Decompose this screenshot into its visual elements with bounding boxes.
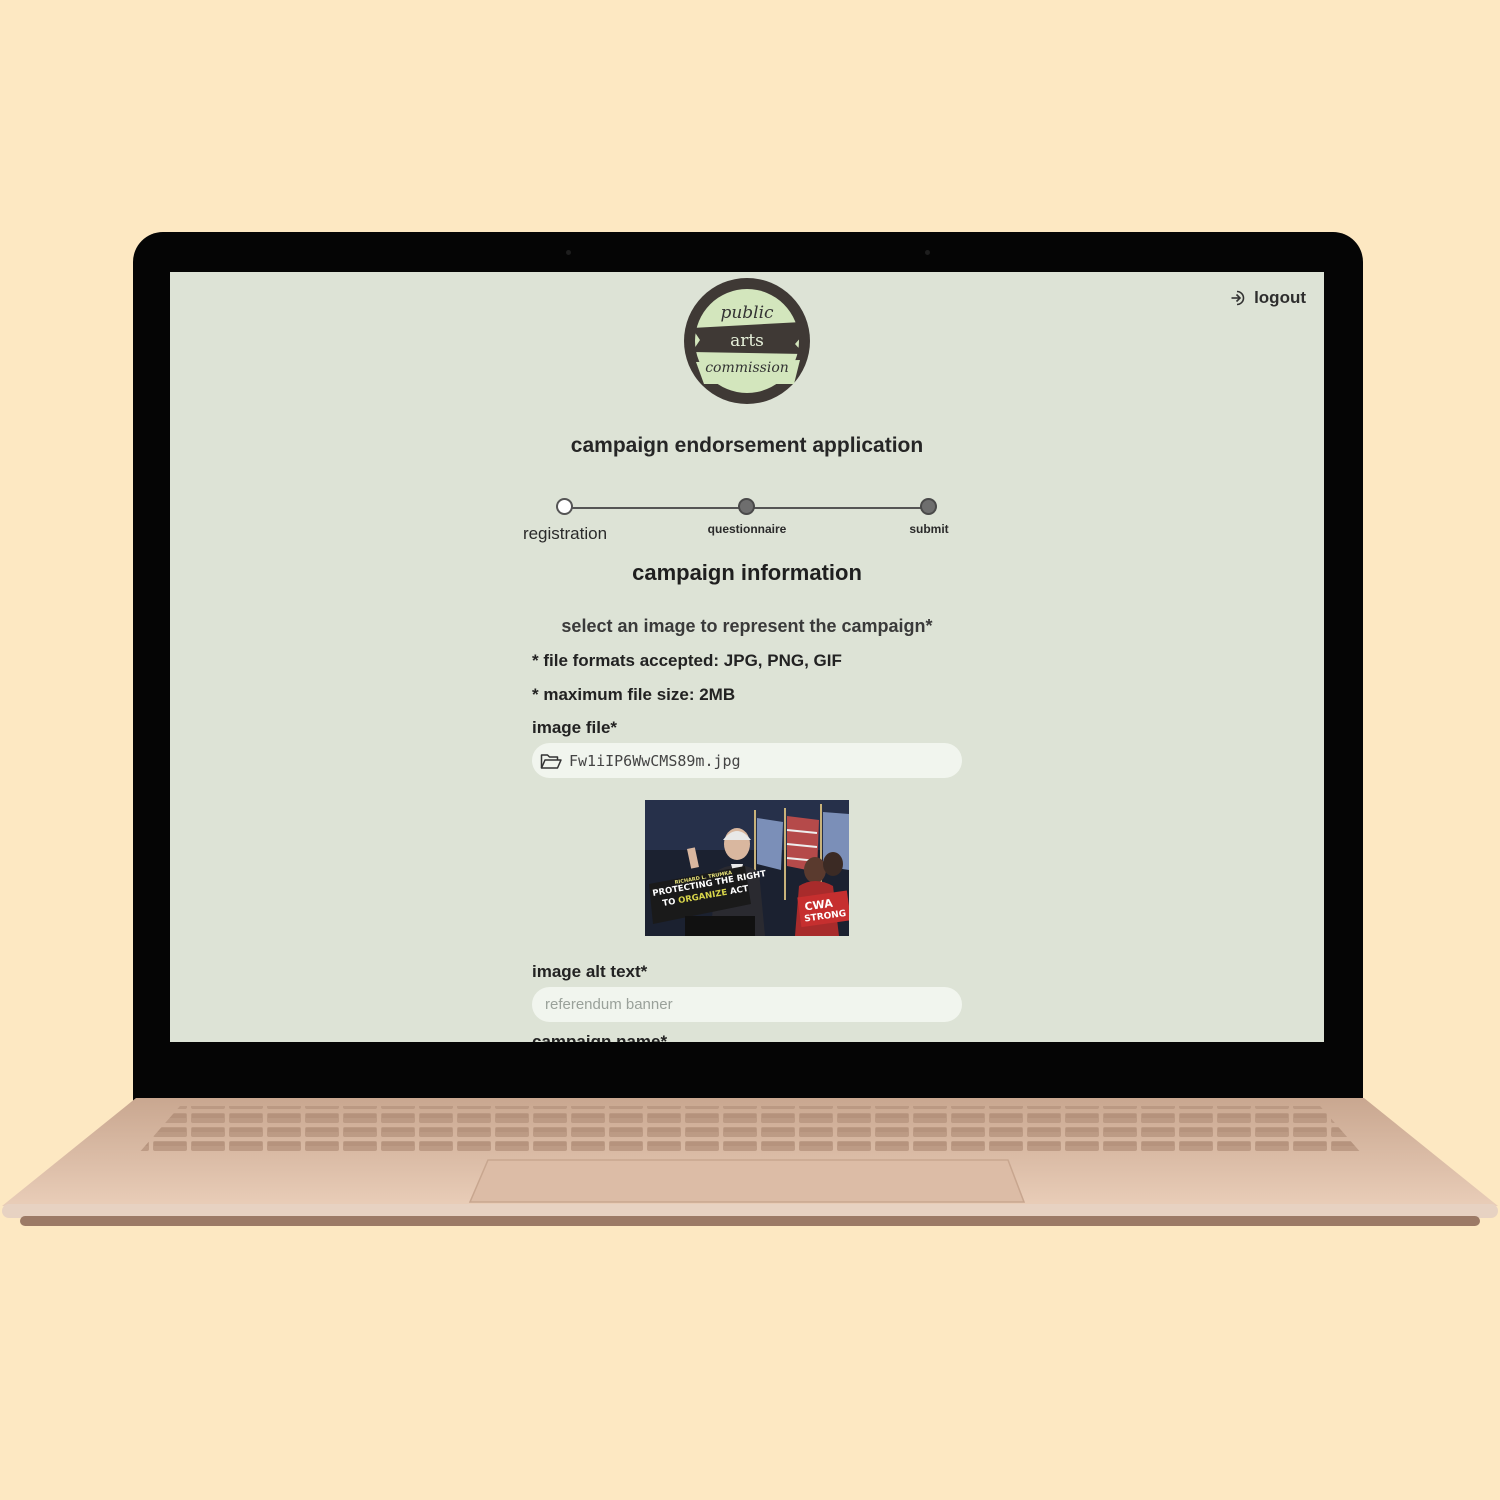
logout-button[interactable]: logout — [1230, 288, 1306, 308]
step-dot-registration — [556, 498, 573, 515]
step-dot-questionnaire — [738, 498, 755, 515]
image-alt-text-input[interactable] — [532, 987, 962, 1022]
logout-label: logout — [1254, 288, 1306, 307]
laptop-mockup: logout public arts commission campaign e… — [0, 0, 1500, 1500]
step-label-registration: registration — [522, 524, 608, 543]
image-file-input[interactable]: Fw1iIP6WwCMS89m.jpg — [532, 743, 962, 778]
svg-text:commission: commission — [705, 360, 789, 376]
section-title: campaign information — [632, 560, 862, 585]
bezel-sensor — [566, 250, 571, 255]
image-alt-text-label: image alt text* — [532, 962, 648, 981]
image-prompt: select an image to represent the campaig… — [561, 616, 933, 636]
logout-icon — [1231, 290, 1245, 306]
public-arts-commission-logo: public arts commission — [684, 278, 810, 404]
file-size-note: * maximum file size: 2MB — [532, 685, 736, 704]
campaign-name-label: campaign name* — [532, 1032, 668, 1042]
app-title: campaign endorsement application — [570, 434, 924, 457]
folder-open-icon — [540, 753, 562, 769]
bezel-camera — [925, 250, 930, 255]
image-file-label: image file* — [532, 718, 618, 737]
progress-stepper: registration questionnaire submit — [510, 494, 950, 544]
step-label-questionnaire: questionnaire — [707, 522, 787, 536]
svg-text:arts: arts — [730, 331, 764, 351]
app-screen: logout public arts commission campaign e… — [170, 272, 1324, 1042]
laptop-keyboard-deck — [2, 1098, 1498, 1226]
file-formats-note: * file formats accepted: JPG, PNG, GIF — [532, 651, 842, 670]
image-preview: RICHARD L. TRUMKA PROTECTING THE RIGHT T… — [645, 800, 849, 936]
svg-text:public: public — [720, 303, 774, 323]
image-file-name: Fw1iIP6WwCMS89m.jpg — [569, 751, 741, 770]
step-dot-submit — [920, 498, 937, 515]
step-label-submit: submit — [909, 522, 949, 536]
